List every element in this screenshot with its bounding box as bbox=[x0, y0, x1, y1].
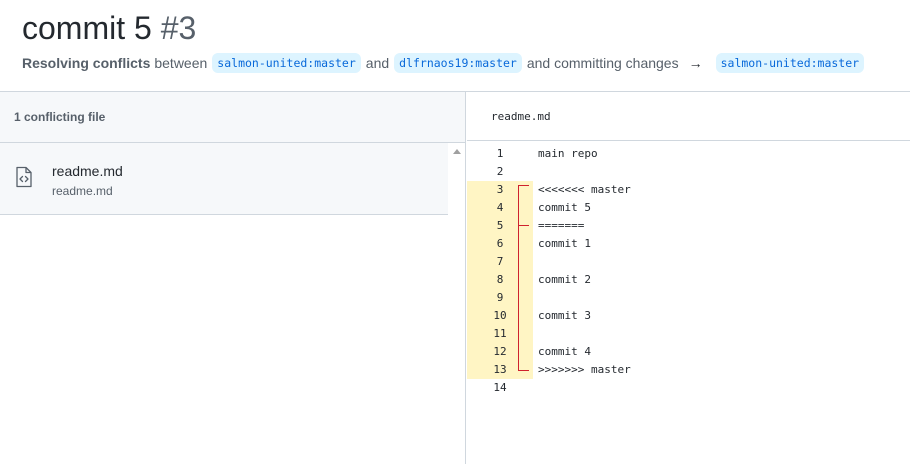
code-line[interactable]: 14 bbox=[467, 379, 910, 397]
code-line[interactable]: 10 commit 3 bbox=[467, 307, 910, 325]
line-text: commit 1 bbox=[538, 237, 591, 250]
code-line[interactable]: 3 <<<<<<< master bbox=[467, 181, 910, 199]
branch-badge-base[interactable]: salmon-united:master bbox=[212, 53, 361, 73]
committing-text: and committing changes bbox=[526, 55, 679, 71]
code-line[interactable]: 4 commit 5 bbox=[467, 199, 910, 217]
code-line[interactable]: 6 commit 1 bbox=[467, 235, 910, 253]
editor-filename: readme.md bbox=[467, 92, 910, 141]
file-list-item[interactable]: readme.md readme.md bbox=[0, 143, 448, 215]
code-line[interactable]: 2 bbox=[467, 163, 910, 181]
conflicting-files-panel: 1 conflicting file readme.md readme.md bbox=[0, 92, 466, 464]
branch-badge-target[interactable]: salmon-united:master bbox=[715, 53, 865, 73]
code-line[interactable]: 13 >>>>>>> master bbox=[467, 361, 910, 379]
line-number: 2 bbox=[496, 165, 504, 178]
line-number: 3 bbox=[467, 181, 533, 199]
code-line[interactable]: 5 ======= bbox=[467, 217, 910, 235]
resolving-label: Resolving conflicts bbox=[22, 55, 151, 71]
file-list-scrollbar[interactable] bbox=[448, 143, 465, 464]
branch-badge-head[interactable]: dlfrnaos19:master bbox=[394, 53, 522, 73]
line-text: main repo bbox=[538, 147, 598, 160]
code-line[interactable]: 9 bbox=[467, 289, 910, 307]
conflict-marker-bracket bbox=[518, 185, 519, 371]
arrow-right-icon: → bbox=[688, 55, 703, 71]
conflict-marker-end bbox=[518, 370, 529, 371]
code-line[interactable]: 7 bbox=[467, 253, 910, 271]
line-number: 12 bbox=[467, 343, 533, 361]
code-area[interactable]: 1 main repo 2 3 <<<<<<< master 4 commit 5 5 ====… bbox=[467, 145, 910, 397]
code-line[interactable]: 1 main repo bbox=[467, 145, 910, 163]
line-text: commit 5 bbox=[538, 201, 591, 214]
page-header: commit 5 #3 Resolving conflicts between … bbox=[0, 0, 910, 92]
between-text: between bbox=[154, 55, 208, 71]
conflict-summary: Resolving conflicts between salmon-unite… bbox=[22, 53, 869, 73]
code-line[interactable]: 11 bbox=[467, 325, 910, 343]
line-number: 4 bbox=[467, 199, 533, 217]
code-line[interactable]: 8 commit 2 bbox=[467, 271, 910, 289]
line-text: <<<<<<< master bbox=[538, 183, 631, 196]
file-path: readme.md bbox=[52, 184, 113, 198]
file-list: readme.md readme.md bbox=[0, 143, 465, 464]
line-text: ======= bbox=[538, 219, 585, 232]
conflicting-files-header: 1 conflicting file bbox=[0, 92, 465, 143]
line-number: 11 bbox=[467, 325, 533, 343]
line-number: 14 bbox=[493, 381, 507, 394]
line-number: 10 bbox=[467, 307, 533, 325]
line-number: 9 bbox=[467, 289, 533, 307]
line-number: 1 bbox=[496, 147, 504, 160]
line-text: commit 4 bbox=[538, 345, 591, 358]
file-code-icon bbox=[16, 166, 32, 188]
line-number: 8 bbox=[467, 271, 533, 289]
and-text: and bbox=[365, 55, 390, 71]
page-title: commit 5 #3 bbox=[22, 10, 196, 47]
line-text: commit 3 bbox=[538, 309, 591, 322]
pr-title: commit 5 bbox=[22, 10, 152, 46]
line-text: >>>>>>> master bbox=[538, 363, 631, 376]
pr-number: #3 bbox=[160, 10, 197, 46]
line-number: 7 bbox=[467, 253, 533, 271]
conflict-marker-start bbox=[518, 185, 529, 186]
code-line[interactable]: 12 commit 4 bbox=[467, 343, 910, 361]
file-name: readme.md bbox=[52, 163, 123, 179]
conflict-editor: readme.md 1 main repo 2 3 <<<<<<< master 4 com… bbox=[467, 92, 910, 464]
scroll-up-arrow-icon[interactable] bbox=[453, 149, 461, 154]
line-number: 5 bbox=[467, 217, 533, 235]
conflict-marker-divider bbox=[518, 225, 529, 226]
line-text: commit 2 bbox=[538, 273, 591, 286]
line-number: 6 bbox=[467, 235, 533, 253]
